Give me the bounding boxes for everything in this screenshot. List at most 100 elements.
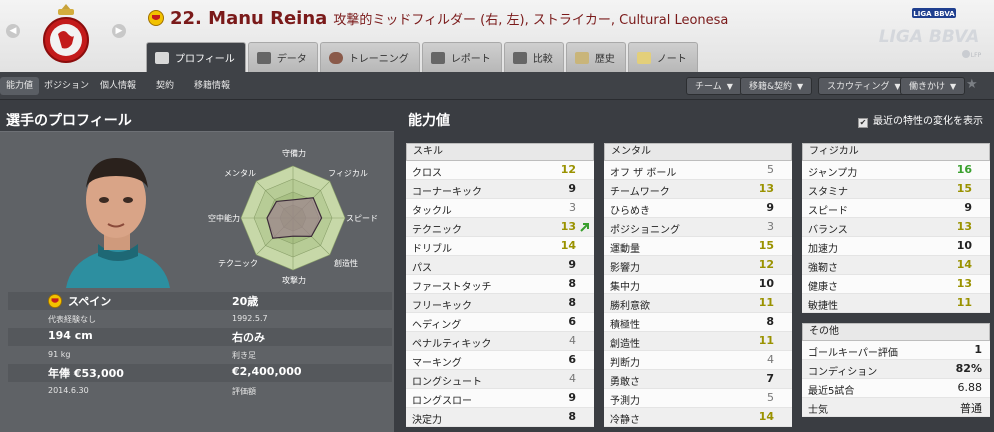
- player-header: ◀ ▶ 22. Manu Reina 攻撃的ミッドフィルダー (右, 左), スト…: [0, 0, 994, 72]
- attribute-row[interactable]: コンディション 82%: [802, 360, 990, 379]
- attribute-value: 12: [560, 163, 576, 176]
- transfer-contract-dropdown[interactable]: 移籍&契約 ▼: [740, 77, 813, 95]
- back-arrow-icon[interactable]: ◀: [6, 24, 20, 38]
- physical-column: フィジカル ジャンプ力 16 スタミナ 15 スピード 9 バランス 13 加速力 10 強靭さ 14…: [802, 143, 990, 417]
- attribute-row[interactable]: 運動量 15: [604, 237, 792, 256]
- attribute-row[interactable]: マーキング 6: [406, 351, 594, 370]
- star-icon[interactable]: ★: [966, 77, 978, 92]
- tab-history[interactable]: 歴史: [565, 42, 626, 72]
- forward-arrow-icon[interactable]: ▶: [112, 24, 126, 38]
- tab-bar: プロフィール データ トレーニング レポート 比較 歴史 ノート: [146, 42, 698, 72]
- attribute-row[interactable]: テクニック 13: [406, 218, 594, 237]
- attribute-row[interactable]: 勝利意欲 11: [604, 294, 792, 313]
- subnav-positions[interactable]: ポジション: [38, 77, 95, 95]
- approach-dropdown[interactable]: 働きかけ ▼: [900, 77, 966, 95]
- nationality[interactable]: スペイン: [68, 293, 111, 309]
- attribute-row[interactable]: 集中力 10: [604, 275, 792, 294]
- attribute-row[interactable]: ドリブル 14: [406, 237, 594, 256]
- attribute-row[interactable]: ロングスロー 9: [406, 389, 594, 408]
- attribute-name: フリーキック: [412, 301, 472, 312]
- attribute-row[interactable]: ファーストタッチ 8: [406, 275, 594, 294]
- attribute-name: スタミナ: [808, 187, 848, 198]
- scouting-dropdown[interactable]: スカウティング ▼: [818, 77, 910, 95]
- attribute-row[interactable]: ひらめき 9: [604, 199, 792, 218]
- attribute-value: 9: [964, 201, 972, 214]
- league-logo-text: LIGA BBVA: [879, 27, 980, 47]
- attribute-row[interactable]: 最近5試合 6.88: [802, 379, 990, 398]
- attribute-row[interactable]: 強靭さ 14: [802, 256, 990, 275]
- subnav-attributes[interactable]: 能力値: [0, 77, 40, 95]
- attribute-value: 14: [758, 410, 774, 423]
- attribute-value: 13: [560, 220, 576, 233]
- show-changes-checkbox[interactable]: ✔ 最近の特性の変化を表示: [858, 112, 983, 128]
- player-info-table: スペイン 20歳 代表経験なし 1992.5.7 194 cm 右のみ 91 k…: [8, 292, 392, 400]
- attribute-name: ゴールキーパー評価: [808, 348, 898, 359]
- attribute-row[interactable]: タックル 3: [406, 199, 594, 218]
- tab-notes[interactable]: ノート: [627, 42, 698, 72]
- attribute-row[interactable]: ジャンプ力 16: [802, 161, 990, 180]
- attribute-row[interactable]: ペナルティキック 4: [406, 332, 594, 351]
- attribute-row[interactable]: フリーキック 8: [406, 294, 594, 313]
- attribute-row[interactable]: 加速力 10: [802, 237, 990, 256]
- other-header: その他: [802, 323, 990, 341]
- attribute-value: 8: [766, 315, 774, 328]
- sub-navigation: 能力値 ポジション 個人情報 契約 移籍情報 チーム ▼ 移籍&契約 ▼ スカウティ…: [0, 72, 994, 100]
- mental-header: メンタル: [604, 143, 792, 161]
- spain-flag-icon: [48, 294, 62, 308]
- attribute-name: コンディション: [808, 367, 878, 378]
- attribute-value: 6: [568, 315, 576, 328]
- attribute-value: 4: [569, 372, 576, 385]
- attribute-row[interactable]: 勇敢さ 7: [604, 370, 792, 389]
- attributes-heading: 能力値: [408, 113, 450, 129]
- attribute-row[interactable]: ポジショニング 3: [604, 218, 792, 237]
- tab-data[interactable]: データ: [247, 42, 318, 72]
- attribute-name: 決定力: [412, 415, 442, 426]
- attribute-row[interactable]: オフ ザ ボール 5: [604, 161, 792, 180]
- attribute-row[interactable]: 積極性 8: [604, 313, 792, 332]
- attribute-name: バランス: [808, 225, 848, 236]
- attribute-row[interactable]: 影響力 12: [604, 256, 792, 275]
- attribute-name: 予測力: [610, 396, 640, 407]
- attribute-row[interactable]: コーナーキック 9: [406, 180, 594, 199]
- tab-report[interactable]: レポート: [421, 42, 502, 72]
- attribute-value: 11: [758, 296, 774, 309]
- attribute-name: 集中力: [610, 282, 640, 293]
- profile-card: 守備力 フィジカル スピード 創造性 攻撃力 テクニック 空中能力 メンタル ス…: [0, 131, 394, 432]
- tab-profile[interactable]: プロフィール: [146, 42, 246, 72]
- subnav-contract[interactable]: 契約: [150, 77, 180, 95]
- subnav-personal[interactable]: 個人情報: [94, 77, 142, 95]
- profile-heading: 選手のプロフィール: [6, 113, 132, 129]
- attribute-row[interactable]: スタミナ 15: [802, 180, 990, 199]
- player-photo: [58, 148, 174, 288]
- tab-training[interactable]: トレーニング: [319, 42, 420, 72]
- attribute-row[interactable]: ゴールキーパー評価 1: [802, 341, 990, 360]
- attribute-row[interactable]: ヘディング 6: [406, 313, 594, 332]
- attribute-value: 8: [568, 296, 576, 309]
- attribute-row[interactable]: パス 9: [406, 256, 594, 275]
- attribute-name: 運動量: [610, 244, 640, 255]
- attribute-name: 士気: [808, 405, 828, 416]
- attribute-row[interactable]: バランス 13: [802, 218, 990, 237]
- attribute-row[interactable]: 健康さ 13: [802, 275, 990, 294]
- attribute-row[interactable]: 士気 普通: [802, 398, 990, 417]
- attribute-row[interactable]: 敏捷性 11: [802, 294, 990, 313]
- history-icon: [574, 51, 589, 64]
- attribute-row[interactable]: 冷静さ 14: [604, 408, 792, 427]
- attribute-row[interactable]: 決定力 8: [406, 408, 594, 427]
- preferred-foot-label: 利き足: [232, 351, 256, 360]
- attribute-row[interactable]: 創造性 11: [604, 332, 792, 351]
- attribute-name: 影響力: [610, 263, 640, 274]
- tab-compare[interactable]: 比較: [503, 42, 564, 72]
- attribute-name: 最近5試合: [808, 386, 855, 397]
- subnav-transfer[interactable]: 移籍情報: [188, 77, 236, 95]
- attribute-row[interactable]: ロングシュート 4: [406, 370, 594, 389]
- attribute-row[interactable]: クロス 12: [406, 161, 594, 180]
- attribute-row[interactable]: 判断力 4: [604, 351, 792, 370]
- team-dropdown[interactable]: チーム ▼: [686, 77, 742, 95]
- player-positions-club[interactable]: 攻撃的ミッドフィルダー (右, 左), ストライカー, Cultural Leo…: [333, 13, 728, 28]
- attribute-name: クロス: [412, 168, 442, 179]
- attribute-row[interactable]: スピード 9: [802, 199, 990, 218]
- attribute-row[interactable]: 予測力 5: [604, 389, 792, 408]
- attribute-name: 敏捷性: [808, 301, 838, 312]
- attribute-row[interactable]: チームワーク 13: [604, 180, 792, 199]
